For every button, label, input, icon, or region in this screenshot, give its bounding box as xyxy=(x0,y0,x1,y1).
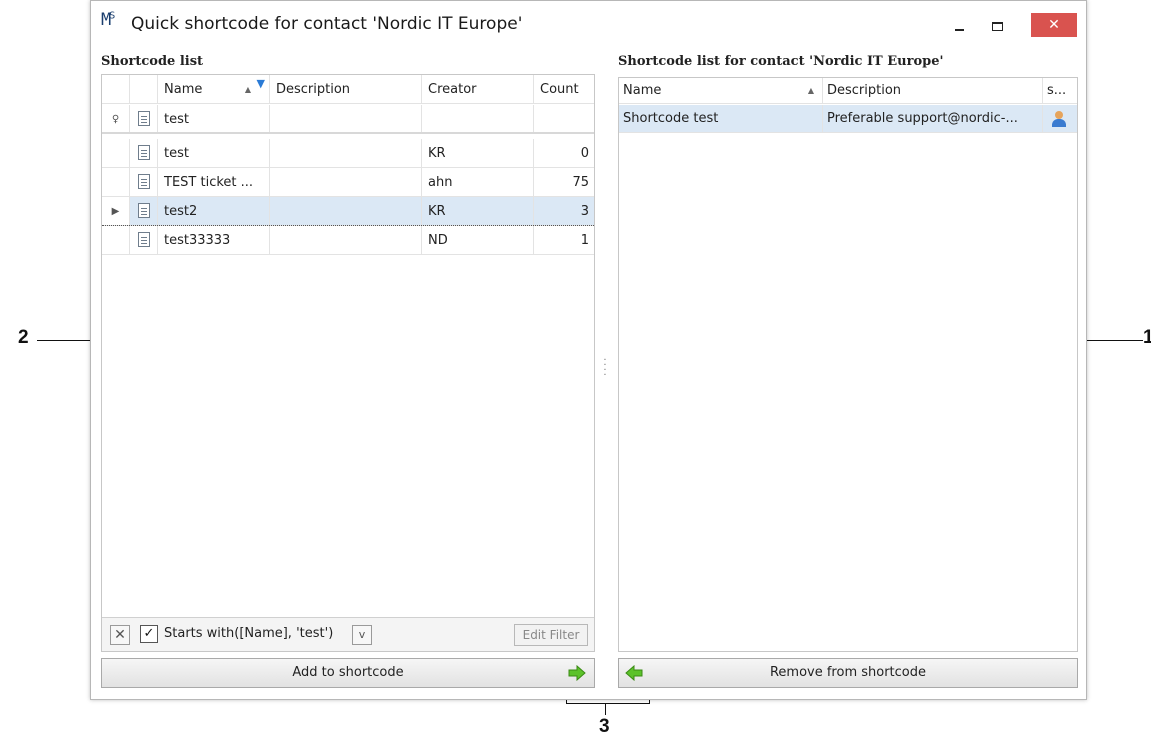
add-to-shortcode-button[interactable]: Add to shortcode xyxy=(101,658,595,688)
row-indicator xyxy=(102,139,130,167)
cell-count[interactable]: 1 xyxy=(534,226,594,254)
callout-1: 1 xyxy=(1143,327,1151,348)
minimize-icon xyxy=(954,29,964,31)
column-header-s[interactable]: s... xyxy=(1043,78,1077,103)
callout-3: 3 xyxy=(599,716,610,737)
shortcode-list-grid[interactable]: Name ▲ ▼ Description Creator Count ♀ tes… xyxy=(101,74,595,652)
filter-input-description[interactable] xyxy=(270,105,422,132)
row-focus-indicator-icon: ▶ xyxy=(102,197,130,225)
cell-description[interactable] xyxy=(270,168,422,196)
shortcode-list-title: Shortcode list xyxy=(101,54,204,69)
quick-shortcode-window: MS Quick shortcode for contact 'Nordic I… xyxy=(90,0,1087,700)
document-icon xyxy=(137,174,150,189)
indicator-header xyxy=(102,75,130,103)
filter-mru-dropdown[interactable]: v xyxy=(352,625,372,645)
filter-funnel-icon[interactable]: ▼ xyxy=(257,75,265,98)
row-icon-cell xyxy=(130,139,158,167)
column-header-creator[interactable]: Creator xyxy=(422,75,534,103)
add-to-shortcode-label: Add to shortcode xyxy=(292,665,404,680)
column-header-name-label: Name xyxy=(623,83,662,98)
callout-3-bracket-bottom xyxy=(566,703,650,704)
table-row[interactable]: test KR 0 xyxy=(102,139,594,168)
cell-creator[interactable]: KR xyxy=(422,139,534,167)
row-indicator xyxy=(102,226,130,254)
filter-input-creator[interactable] xyxy=(422,105,534,132)
column-header-name[interactable]: Name ▲ xyxy=(619,78,823,103)
cell-s[interactable] xyxy=(1043,105,1077,132)
cell-creator[interactable]: KR xyxy=(422,197,534,225)
edit-filter-button[interactable]: Edit Filter xyxy=(514,624,588,646)
remove-from-shortcode-button[interactable]: Remove from shortcode xyxy=(618,658,1078,688)
filter-input-count[interactable] xyxy=(534,105,594,132)
cell-name[interactable]: test xyxy=(158,139,270,167)
panel-splitter-handle[interactable]: · · · · xyxy=(603,356,607,381)
column-header-count[interactable]: Count xyxy=(534,75,594,103)
cell-description[interactable] xyxy=(270,197,422,225)
grid-header-row: Name ▲ ▼ Description Creator Count xyxy=(102,75,594,104)
document-icon xyxy=(137,232,150,247)
filter-input-name[interactable]: test xyxy=(158,105,270,132)
row-icon-cell xyxy=(130,226,158,254)
callout-3-stem xyxy=(605,703,606,715)
filter-enabled-checkbox[interactable]: ✓ xyxy=(140,625,158,643)
contact-shortcode-grid[interactable]: Name ▲ Description s... Shortcode test P… xyxy=(618,77,1078,652)
table-row[interactable]: Shortcode test Preferable support@nordic… xyxy=(619,105,1077,133)
clear-filter-button[interactable]: ✕ xyxy=(110,625,130,645)
arrow-left-icon xyxy=(625,665,643,681)
cell-description[interactable] xyxy=(270,139,422,167)
column-header-name[interactable]: Name ▲ ▼ xyxy=(158,75,270,103)
cell-description[interactable] xyxy=(270,226,422,254)
cell-name[interactable]: Shortcode test xyxy=(619,105,823,132)
document-icon xyxy=(137,203,150,218)
cell-name[interactable]: test33333 xyxy=(158,226,270,254)
grid-header-row: Name ▲ Description s... xyxy=(619,78,1077,104)
table-row[interactable]: TEST ticket ... ahn 75 xyxy=(102,168,594,197)
maximize-button[interactable] xyxy=(979,13,1015,39)
arrow-right-icon xyxy=(568,665,586,681)
icon-header xyxy=(130,75,158,103)
minimize-button[interactable] xyxy=(941,13,977,39)
filter-row-icon: ♀ xyxy=(102,105,130,132)
cell-description[interactable]: Preferable support@nordic-... xyxy=(823,105,1043,132)
filter-row-doc-cell xyxy=(130,105,158,132)
app-logo-icon: MS xyxy=(101,10,115,30)
title-bar[interactable]: MS Quick shortcode for contact 'Nordic I… xyxy=(91,1,1086,43)
callout-2: 2 xyxy=(18,327,29,348)
row-icon-cell xyxy=(130,197,158,225)
document-icon xyxy=(137,145,150,160)
cell-count[interactable]: 3 xyxy=(534,197,594,225)
table-row-selected[interactable]: ▶ test2 KR 3 xyxy=(102,197,594,226)
sort-ascending-icon: ▲ xyxy=(807,86,814,95)
column-header-name-label: Name xyxy=(164,82,203,97)
column-header-description[interactable]: Description xyxy=(823,78,1043,103)
cell-creator[interactable]: ahn xyxy=(422,168,534,196)
remove-from-shortcode-label: Remove from shortcode xyxy=(769,665,927,680)
filter-panel: ✕ ✓ Starts with([Name], 'test') v Edit F… xyxy=(102,617,594,651)
maximize-icon xyxy=(991,21,1003,31)
window-title: Quick shortcode for contact 'Nordic IT E… xyxy=(131,14,523,34)
cell-name[interactable]: TEST ticket ... xyxy=(158,168,270,196)
user-icon xyxy=(1052,110,1066,127)
cell-name[interactable]: test2 xyxy=(158,197,270,225)
table-row[interactable]: test33333 ND 1 xyxy=(102,226,594,255)
row-indicator xyxy=(102,168,130,196)
cell-creator[interactable]: ND xyxy=(422,226,534,254)
row-icon-cell xyxy=(130,168,158,196)
close-button[interactable]: ✕ xyxy=(1031,13,1077,37)
cell-count[interactable]: 75 xyxy=(534,168,594,196)
sort-ascending-icon: ▲ xyxy=(244,85,251,94)
cell-count[interactable]: 0 xyxy=(534,139,594,167)
auto-filter-row[interactable]: ♀ test xyxy=(102,105,594,134)
contact-shortcode-list-title: Shortcode list for contact 'Nordic IT Eu… xyxy=(618,54,944,69)
column-header-description[interactable]: Description xyxy=(270,75,422,103)
filter-expression[interactable]: Starts with([Name], 'test') xyxy=(164,626,333,641)
document-icon xyxy=(137,111,150,126)
